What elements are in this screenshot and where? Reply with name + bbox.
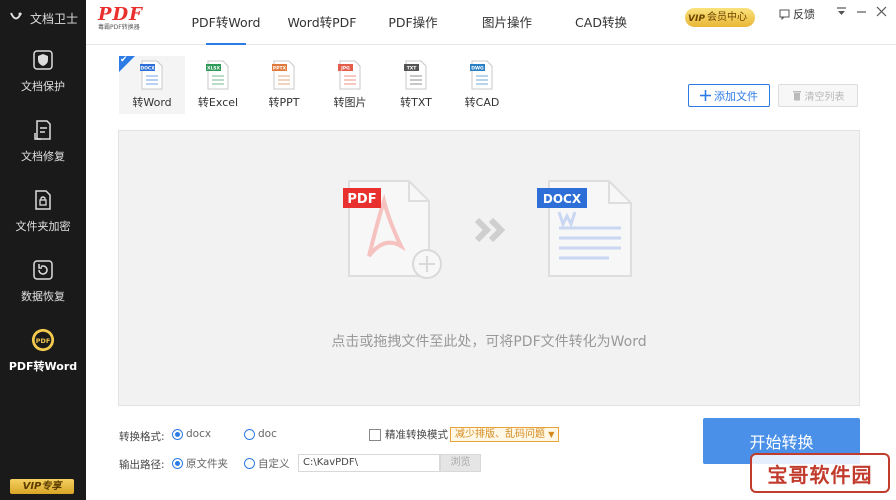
sidebar-item-label: 文档修复	[21, 150, 65, 163]
sidebar: 文档卫士 文档保护 文档修复 文件夹加密 数据恢复 PDF PDF转Word V…	[0, 0, 86, 500]
sidebar-item-label: 文档保护	[21, 80, 65, 93]
watermark: 宝哥软件园	[750, 453, 890, 493]
sidebar-item-label: 文件夹加密	[15, 220, 71, 233]
radio-docx-label: docx	[186, 428, 212, 440]
tab-pdf-to-word[interactable]: PDF转Word	[186, 0, 266, 45]
docx-file-icon: DOCX	[140, 60, 163, 90]
precise-mode-checkbox[interactable]: 精准转换模式	[369, 427, 448, 442]
svg-text:PDF: PDF	[36, 337, 51, 345]
vip-center-label: 会员中心	[707, 12, 747, 23]
feedback-label: 反馈	[793, 8, 815, 21]
radio-dot	[244, 428, 255, 440]
svg-text:JPG: JPG	[340, 66, 350, 72]
drop-hint-text: 点击或拖拽文件至此处，可将PDF文件转化为Word	[331, 334, 647, 350]
conv-tab-txt[interactable]: TXT 转TXT	[383, 56, 449, 114]
radio-custom-label: 自定义	[258, 458, 290, 470]
clear-list-label: 清空列表	[804, 92, 845, 103]
xlsx-file-icon: XLSX	[206, 60, 229, 90]
conv-tab-dwg[interactable]: DWG 转CAD	[449, 56, 515, 114]
conv-tab-label: 转Word	[132, 96, 172, 109]
jpg-file-icon: JPG	[338, 60, 361, 90]
chevron-down-icon: ▼	[548, 430, 555, 439]
precise-mode-label: 精准转换模式	[385, 429, 448, 441]
sidebar-brand-label: 文档卫士	[30, 11, 79, 26]
tab-pdf-operations[interactable]: PDF操作	[378, 0, 448, 45]
radio-original-folder[interactable]: 原文件夹	[172, 456, 228, 471]
feedback-icon	[779, 9, 790, 20]
sidebar-item-repair[interactable]: 文档修复	[0, 106, 86, 176]
output-path-label: 输出路径:	[119, 459, 165, 471]
tab-image-operations[interactable]: 图片操作	[472, 0, 542, 45]
conv-tab-label: 转PPT	[268, 96, 300, 109]
radio-doc-label: doc	[258, 428, 277, 440]
double-chevron-icon	[474, 217, 506, 243]
sidebar-item-protect[interactable]: 文档保护	[0, 36, 86, 106]
restore-icon	[31, 258, 55, 282]
radio-doc[interactable]: doc	[244, 428, 277, 440]
format-label: 转换格式:	[119, 431, 165, 443]
radio-dot	[172, 428, 183, 440]
pdf-convert-icon: PDF	[31, 328, 55, 352]
conv-tab-label: 转Excel	[197, 96, 239, 109]
radio-original-folder-label: 原文件夹	[186, 458, 228, 470]
precise-mode-note-dropdown[interactable]: 减少排版、乱码问题 ▼	[450, 427, 560, 442]
pptx-file-icon: PPTX	[272, 60, 295, 90]
shield-icon	[31, 48, 55, 72]
folder-lock-icon	[31, 188, 55, 212]
conv-tab-label: 转CAD	[464, 96, 500, 109]
app-logo: PDF 毒霸PDF转换器	[98, 6, 154, 38]
sidebar-item-label: 数据恢复	[21, 290, 65, 303]
sidebar-brand: 文档卫士	[0, 0, 86, 36]
plus-icon	[700, 90, 711, 101]
pdf-badge-text: PDF	[347, 192, 376, 207]
conv-tab-label: 转图片	[333, 96, 367, 109]
svg-text:XLSX: XLSX	[207, 66, 221, 72]
svg-text:PPTX: PPTX	[273, 66, 287, 72]
logo-subtitle: 毒霸PDF转换器	[98, 24, 140, 31]
vip-exclusive-badge[interactable]: VIP专享	[10, 479, 74, 494]
svg-text:DOCX: DOCX	[140, 66, 155, 72]
radio-dot	[244, 458, 255, 469]
add-file-label: 添加文件	[714, 89, 758, 103]
conv-tab-xlsx[interactable]: XLSX 转Excel	[185, 56, 251, 114]
sidebar-item-label: PDF转Word	[8, 360, 78, 373]
logo-text: PDF	[98, 4, 143, 25]
radio-dot	[172, 458, 183, 469]
document-repair-icon	[31, 118, 55, 142]
vip-center-button[interactable]: VIP 会员中心	[685, 8, 755, 27]
svg-text:TXT: TXT	[407, 66, 418, 72]
txt-file-icon: TXT	[404, 60, 427, 90]
add-file-button[interactable]: 添加文件	[688, 84, 770, 107]
tab-word-to-pdf[interactable]: Word转PDF	[282, 0, 362, 45]
clear-list-button[interactable]: 清空列表	[778, 84, 858, 107]
sidebar-item-folder-lock[interactable]: 文件夹加密	[0, 176, 86, 246]
top-bar: PDF 毒霸PDF转换器 PDF转Word Word转PDF PDF操作 图片操…	[86, 0, 896, 45]
conv-tab-jpg[interactable]: JPG 转图片	[317, 56, 383, 114]
vip-crown-icon: VIP	[688, 14, 705, 24]
app-logo-icon	[10, 12, 22, 20]
menu-icon[interactable]	[834, 6, 848, 20]
sidebar-item-restore[interactable]: 数据恢复	[0, 246, 86, 316]
browse-button[interactable]: 浏览	[440, 454, 481, 472]
svg-text:DWG: DWG	[471, 66, 484, 72]
file-drop-zone[interactable]: PDF DOCX 点击或拖拽文件至此处，可将PDF文件转化为Word	[118, 130, 860, 406]
pdf-to-docx-illustration: PDF DOCX	[343, 180, 632, 279]
radio-docx[interactable]: docx	[172, 428, 211, 440]
checkbox-box	[369, 428, 381, 441]
conv-tab-label: 转TXT	[400, 96, 432, 109]
conv-tab-pptx[interactable]: PPTX 转PPT	[251, 56, 317, 114]
docx-badge-text: DOCX	[543, 192, 582, 206]
minimize-icon[interactable]	[854, 6, 868, 20]
feedback-button[interactable]: 反馈	[779, 6, 815, 22]
output-path-input[interactable]: C:\KavPDF\	[298, 454, 440, 472]
precise-note-label: 减少排版、乱码问题	[455, 429, 545, 440]
trash-icon	[792, 91, 801, 101]
tab-cad-convert[interactable]: CAD转换	[566, 0, 636, 45]
checkmark-icon: ✔	[120, 55, 128, 65]
dwg-file-icon: DWG	[470, 60, 493, 90]
radio-custom-folder[interactable]: 自定义	[244, 456, 290, 471]
sidebar-item-pdf-to-word[interactable]: PDF PDF转Word	[0, 316, 86, 386]
close-icon[interactable]	[874, 6, 888, 20]
